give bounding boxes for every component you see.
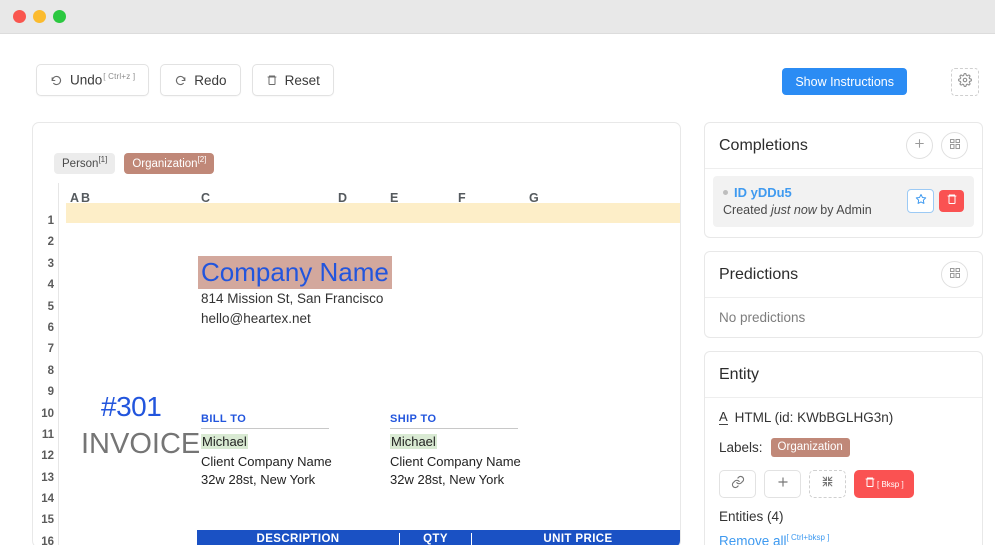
completions-title: Completions [719,137,898,155]
star-icon [915,192,927,210]
completion-item[interactable]: ID yDDu5 Created just now by Admin [713,176,974,227]
star-completion-button[interactable] [907,189,934,213]
predictions-body: No predictions [705,298,982,337]
ship-to-address: 32w 28st, New York [390,472,521,487]
company-email: hello@heartex.net [201,311,311,326]
app-window: Undo[ Ctrl+z ] Redo Reset Show Instructi… [0,0,995,545]
column-header-description: DESCRIPTION [197,533,399,545]
undo-icon [50,74,63,87]
company-address: 814 Mission St, San Francisco [201,291,383,306]
undo-hotkey: [ Ctrl+z ] [103,72,135,81]
add-completion-button[interactable] [906,132,933,159]
delete-entity-hotkey: [ Bksp ] [877,480,904,489]
remove-all-button[interactable]: Remove all[ Ctrl+bksp ] [719,533,968,545]
trash-icon [266,74,278,86]
ship-to-company: Client Company Name [390,454,521,469]
completion-created-time: just now [771,203,817,217]
relation-link-button[interactable] [719,470,756,498]
instructions-area: Show Instructions [782,68,907,95]
minimize-window-button[interactable] [33,10,46,23]
invoice-word: INVOICE [81,428,200,461]
trash-icon [864,475,876,493]
completion-created-suffix: by Admin [817,203,872,217]
company-name-entity[interactable]: Company Name [198,256,392,289]
shrink-icon [821,475,834,493]
entity-type-row: A HTML (id: KWbBGLHG3n) [719,410,968,425]
show-instructions-button[interactable]: Show Instructions [782,68,907,95]
completions-header: Completions [705,123,982,169]
completion-id-row: ID yDDu5 [723,185,907,200]
delete-completion-button[interactable] [939,190,964,212]
column-header-qty: QTY [399,533,471,545]
predictions-layout-button[interactable] [941,261,968,288]
bill-to-company: Client Company Name [201,454,332,469]
predictions-empty-text: No predictions [719,310,968,325]
undo-label: Undo [70,73,102,88]
close-window-button[interactable] [13,10,26,23]
completions-layout-button[interactable] [941,132,968,159]
redo-label: Redo [194,73,226,88]
add-entity-button[interactable] [764,470,801,498]
invoice-content: Company Name 814 Mission St, San Francis… [33,123,680,545]
completion-info: ID yDDu5 Created just now by Admin [723,185,907,217]
completion-id[interactable]: ID yDDu5 [734,185,792,200]
bill-to-name-entity[interactable]: Michael [201,434,248,449]
shrink-entity-button[interactable] [809,470,846,498]
status-dot-icon [723,190,728,195]
bill-to-block: BILL TO Michael Client Company Name 32w … [201,413,332,487]
grid-icon [949,266,961,284]
entity-header: Entity [705,352,982,398]
redo-icon [174,74,187,87]
editor-toolbar: Undo[ Ctrl+z ] Redo Reset [36,64,334,96]
entity-body: A HTML (id: KWbBGLHG3n) Labels: Organiza… [705,398,982,545]
settings-button[interactable] [951,68,979,96]
document-panel[interactable]: Person[1] Organization[2] A B C D E F G … [32,122,681,545]
delete-entity-button[interactable]: [ Bksp ] [854,470,914,498]
completion-created-prefix: Created [723,203,771,217]
gear-icon [958,73,972,92]
completion-meta: Created just now by Admin [723,203,907,217]
entity-actions: [ Bksp ] [719,470,968,498]
reset-label: Reset [285,73,320,88]
window-controls [13,10,66,23]
window-titlebar [0,0,995,34]
line-items-table-header: DESCRIPTION QTY UNIT PRICE [197,530,681,545]
ship-to-block: SHIP TO Michael Client Company Name 32w … [390,413,521,487]
entity-panel: Entity A HTML (id: KWbBGLHG3n) Labels: O… [704,351,983,545]
reset-button[interactable]: Reset [252,64,334,96]
invoice-number: #301 [101,391,161,423]
entities-count: Entities (4) [719,509,968,524]
bill-to-address: 32w 28st, New York [201,472,332,487]
ship-to-heading: SHIP TO [390,413,518,429]
predictions-header: Predictions [705,252,982,298]
completions-panel: Completions ID yDD [704,122,983,238]
entity-title: Entity [719,366,968,384]
undo-button[interactable]: Undo[ Ctrl+z ] [36,64,149,96]
entity-labels-row: Labels: Organization [719,438,968,457]
column-header-unit-price: UNIT PRICE [471,533,681,545]
entity-label-tag[interactable]: Organization [771,438,850,457]
ship-to-name-entity[interactable]: Michael [390,434,437,449]
bill-to-heading: BILL TO [201,413,329,429]
entity-labels-label: Labels: [719,440,763,455]
trash-icon [946,192,958,210]
redo-button[interactable]: Redo [160,64,240,96]
plus-icon [776,475,790,494]
predictions-title: Predictions [719,266,933,284]
maximize-window-button[interactable] [53,10,66,23]
entity-type-text: HTML (id: KWbBGLHG3n) [735,410,894,425]
remove-all-hotkey: [ Ctrl+bksp ] [787,533,830,542]
text-type-icon: A [719,410,728,425]
right-sidebar: Completions ID yDD [704,122,983,545]
grid-icon [949,137,961,155]
completions-list: ID yDDu5 Created just now by Admin [705,176,982,227]
link-icon [731,475,745,494]
remove-all-label: Remove all [719,534,787,545]
plus-icon [913,137,926,155]
predictions-panel: Predictions No predictions [704,251,983,338]
